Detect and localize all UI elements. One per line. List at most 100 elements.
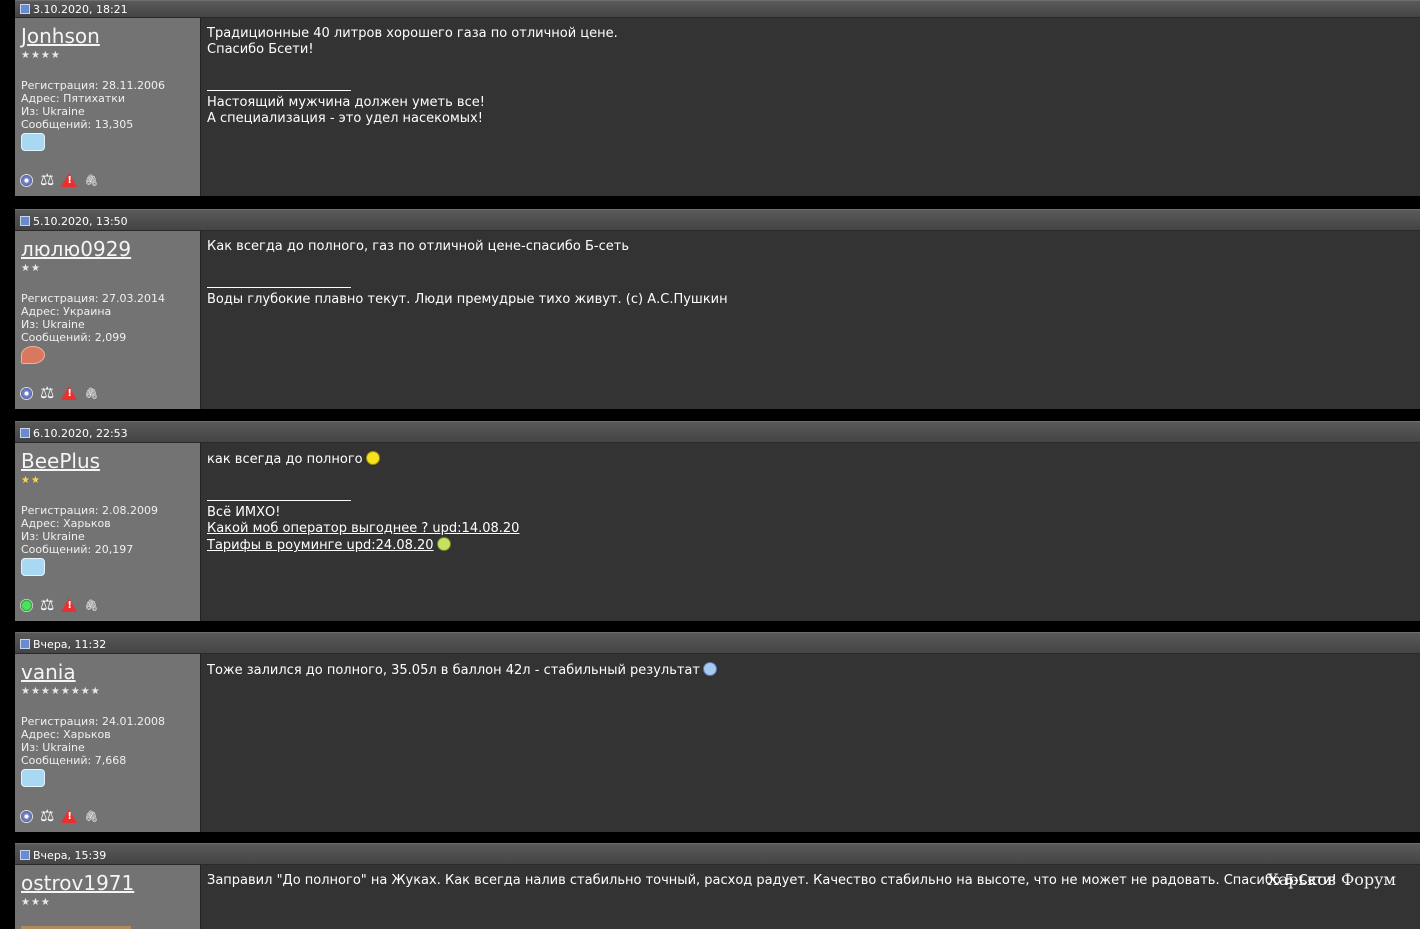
post-link-icon[interactable] <box>20 4 30 14</box>
post: 3.10.2020, 18:21 Jonhson ★★★★ Регистраци… <box>15 0 1420 196</box>
post: 5.10.2020, 13:50 люлю0929 ★★ Регистрация… <box>15 209 1420 409</box>
pin-badge-icon <box>21 346 45 364</box>
post-message: Как всегда до полного, газ по отличной ц… <box>201 231 1420 409</box>
online-status-icon <box>20 598 33 612</box>
user-address: Адрес: Украина <box>21 305 112 318</box>
rank-stars: ★★ <box>21 263 41 274</box>
signature-divider <box>207 90 351 91</box>
post: Вчера, 15:39 ostrov1971 ★★★ Заправил "До… <box>15 843 1420 929</box>
message-line: Заправил "До полного" на Жуках. Как всег… <box>207 873 1337 888</box>
post-date: 5.10.2020, 13:50 <box>33 215 128 228</box>
username-link[interactable]: Jonhson <box>21 24 100 48</box>
message-line: Традиционные 40 литров хорошего газа по … <box>207 26 618 41</box>
user-address: Адрес: Харьков <box>21 517 111 530</box>
username-link[interactable]: ostrov1971 <box>21 871 134 895</box>
user-details: Регистрация: 27.03.2014 Адрес: Украина И… <box>21 292 194 344</box>
user-country: Из: Ukraine <box>21 105 85 118</box>
paperclip-icon[interactable]: 🖇 <box>84 174 98 187</box>
post-link-icon[interactable] <box>20 639 30 649</box>
post-link-icon[interactable] <box>20 216 30 226</box>
rank-stars: ★★ <box>21 475 41 486</box>
post-date: 6.10.2020, 22:53 <box>33 427 128 440</box>
post-message: Тоже залился до полного, 35.05л в баллон… <box>201 654 1420 832</box>
post-header: 3.10.2020, 18:21 <box>15 0 1420 18</box>
post: Вчера, 11:32 vania ★★★★★★★★ Регистрация:… <box>15 632 1420 832</box>
registration-date: Регистрация: 27.03.2014 <box>21 292 165 305</box>
post-date: Вчера, 15:39 <box>33 849 107 862</box>
post-message: как всегда до полного Всё ИМХО! Какой мо… <box>201 443 1420 621</box>
post-header: Вчера, 15:39 <box>15 843 1420 865</box>
post-header: 6.10.2020, 22:53 <box>15 421 1420 443</box>
user-info-panel: BeePlus ★★ Регистрация: 2.08.2009 Адрес:… <box>15 443 201 621</box>
offline-status-icon <box>20 173 33 187</box>
scales-icon[interactable]: ⚖ <box>40 385 54 401</box>
camera-badge-icon <box>21 133 45 151</box>
post-actions: ⚖ 🖇 <box>20 597 98 613</box>
registration-date: Регистрация: 2.08.2009 <box>21 504 158 517</box>
paperclip-icon[interactable]: 🖇 <box>84 599 98 612</box>
user-info-panel: vania ★★★★★★★★ Регистрация: 24.01.2008 А… <box>15 654 201 832</box>
user-address: Адрес: Харьков <box>21 728 111 741</box>
post-link-icon[interactable] <box>20 428 30 438</box>
paperclip-icon[interactable]: 🖇 <box>84 810 98 823</box>
post-actions: ⚖ 🖇 <box>20 172 98 188</box>
username-link[interactable]: люлю0929 <box>21 237 131 261</box>
scales-icon[interactable]: ⚖ <box>40 808 54 824</box>
signature-link[interactable]: Какой моб оператор выгоднее ? upd:14.08.… <box>207 521 519 536</box>
user-details: Регистрация: 24.01.2008 Адрес: Харьков И… <box>21 715 194 767</box>
user-info-panel: Jonhson ★★★★ Регистрация: 28.11.2006 Адр… <box>15 18 201 196</box>
rank-stars: ★★★ <box>21 897 51 908</box>
message-line: как всегда до полного <box>207 452 363 467</box>
post-message: Заправил "До полного" на Жуках. Как всег… <box>201 865 1420 929</box>
offline-status-icon <box>20 386 33 400</box>
post-date: 3.10.2020, 18:21 <box>33 3 128 16</box>
signature-line: Воды глубокие плавно текут. Люди премудр… <box>207 292 728 307</box>
warning-icon[interactable] <box>61 598 78 612</box>
user-country: Из: Ukraine <box>21 530 85 543</box>
registration-date: Регистрация: 24.01.2008 <box>21 715 165 728</box>
message-line: Спасибо Бсети! <box>207 42 314 57</box>
rank-stars: ★★★★ <box>21 50 61 61</box>
scales-icon[interactable]: ⚖ <box>40 172 54 188</box>
message-count: Сообщений: 13,305 <box>21 118 134 131</box>
camera-badge-icon <box>21 769 45 787</box>
post-header: Вчера, 11:32 <box>15 632 1420 654</box>
warning-icon[interactable] <box>61 809 78 823</box>
registration-date: Регистрация: 28.11.2006 <box>21 79 165 92</box>
signature-line: А специализация - это удел насекомых! <box>207 111 483 126</box>
thumbs-up-smiley-icon <box>702 662 717 676</box>
post-actions: ⚖ 🖇 <box>20 385 98 401</box>
signature-divider <box>207 287 351 288</box>
user-country: Из: Ukraine <box>21 741 85 754</box>
message-line: Тоже залился до полного, 35.05л в баллон… <box>207 663 700 678</box>
post-link-icon[interactable] <box>20 850 30 860</box>
message-line: Как всегда до полного, газ по отличной ц… <box>207 239 630 254</box>
signature-line: Всё ИМХО! <box>207 505 281 520</box>
signature-link[interactable]: Тарифы в роуминге upd:24.08.20 <box>207 538 434 553</box>
message-count: Сообщений: 2,099 <box>21 331 127 344</box>
camera-badge-icon <box>21 558 45 576</box>
post-actions: ⚖ 🖇 <box>20 808 98 824</box>
scales-icon[interactable]: ⚖ <box>40 597 54 613</box>
warning-icon[interactable] <box>61 173 78 187</box>
user-details: Регистрация: 2.08.2009 Адрес: Харьков Из… <box>21 504 194 556</box>
signature-line: Настоящий мужчина должен уметь все! <box>207 95 485 110</box>
offline-status-icon <box>20 809 33 823</box>
rank-stars: ★★★★★★★★ <box>21 686 101 697</box>
paperclip-icon[interactable]: 🖇 <box>84 387 98 400</box>
user-info-panel: ostrov1971 ★★★ <box>15 865 201 929</box>
post-header: 5.10.2020, 13:50 <box>15 209 1420 231</box>
username-link[interactable]: BeePlus <box>21 449 100 473</box>
user-info-panel: люлю0929 ★★ Регистрация: 27.03.2014 Адре… <box>15 231 201 409</box>
smiley-icon <box>436 537 451 551</box>
post-date: Вчера, 11:32 <box>33 638 107 651</box>
post: 6.10.2020, 22:53 BeePlus ★★ Регистрация:… <box>15 421 1420 621</box>
warning-icon[interactable] <box>61 386 78 400</box>
post-message: Традиционные 40 литров хорошего газа по … <box>201 18 1420 196</box>
message-count: Сообщений: 20,197 <box>21 543 134 556</box>
username-link[interactable]: vania <box>21 660 76 684</box>
signature-divider <box>207 500 351 501</box>
smiley-icon <box>365 451 380 465</box>
user-address: Адрес: Пятихатки <box>21 92 126 105</box>
user-details: Регистрация: 28.11.2006 Адрес: Пятихатки… <box>21 79 194 131</box>
